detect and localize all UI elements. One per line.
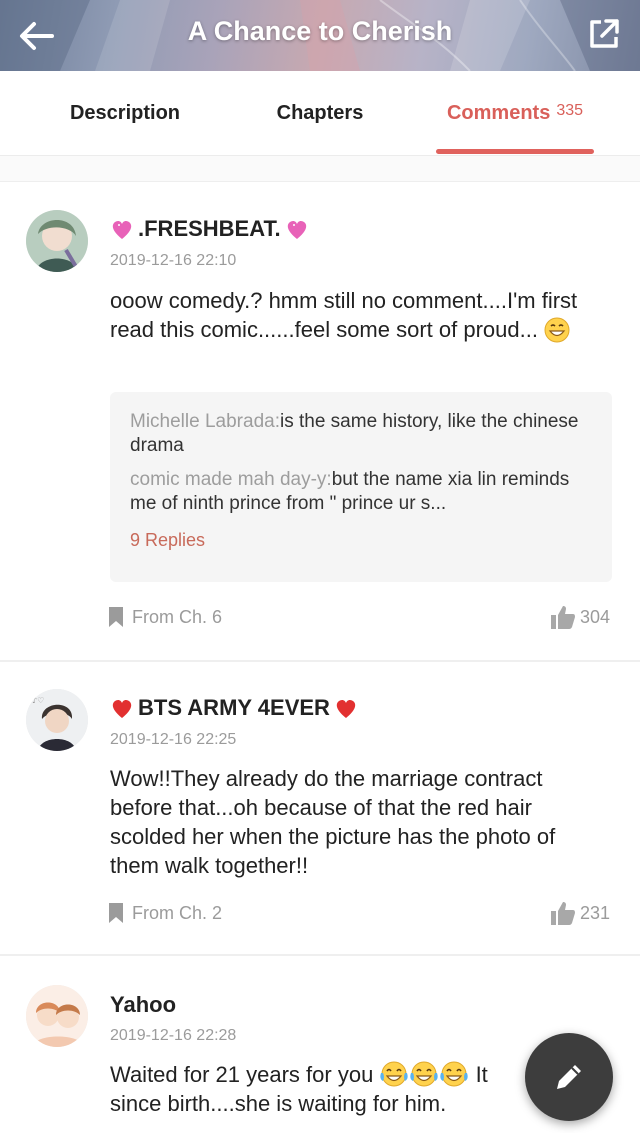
from-chapter-link[interactable]: From Ch. 6 bbox=[108, 606, 222, 628]
reply-author: comic made mah day-y: bbox=[130, 469, 332, 490]
thumbs-up-icon bbox=[550, 606, 575, 629]
from-chapter-link[interactable]: From Ch. 2 bbox=[108, 902, 222, 924]
username[interactable]: .FRESHBEAT. bbox=[110, 216, 309, 242]
comment-date: 2019-12-16 22:10 bbox=[110, 252, 237, 269]
username-text: Yahoo bbox=[110, 992, 177, 1017]
comment-text-content: ooow comedy.? hmm still no comment....I'… bbox=[110, 288, 578, 342]
section-separator bbox=[0, 156, 640, 182]
page-title: A Chance to Cherish bbox=[187, 16, 453, 46]
comment-date: 2019-12-16 22:28 bbox=[110, 1027, 237, 1044]
username-text: BTS ARMY 4EVER bbox=[138, 695, 330, 720]
tab-chapters[interactable]: Chapters bbox=[235, 71, 405, 156]
avatar-image bbox=[26, 985, 88, 1047]
comment-text-content: Waited for 21 years for you bbox=[110, 1062, 374, 1087]
view-replies-link[interactable]: 9 Replies bbox=[130, 530, 592, 551]
sparkling-heart-icon bbox=[287, 220, 306, 239]
red-heart-icon bbox=[112, 699, 132, 718]
reply-item: comic made mah day-y:but the name xia li… bbox=[130, 468, 592, 516]
username[interactable]: Yahoo bbox=[110, 992, 176, 1018]
avatar[interactable]: ♪♡ bbox=[26, 689, 88, 751]
avatar-image bbox=[26, 210, 88, 272]
username[interactable]: BTS ARMY 4EVER bbox=[110, 695, 358, 721]
comment-text: ooow comedy.? hmm still no comment....I'… bbox=[110, 286, 610, 344]
thumbs-up-icon bbox=[550, 902, 575, 925]
tab-description[interactable]: Description bbox=[40, 71, 210, 156]
like-count: 304 bbox=[579, 606, 610, 627]
tab-bar: Description Chapters Comments 335 bbox=[0, 71, 640, 156]
comment-item: .FRESHBEAT. 2019-12-16 22:10 ooow comedy… bbox=[0, 182, 640, 660]
like-button[interactable]: 304 bbox=[550, 604, 610, 630]
avatar-image: ♪♡ bbox=[26, 689, 88, 751]
share-button[interactable] bbox=[582, 12, 626, 56]
comment-item: ♪♡ BTS ARMY 4EVER 2019-12-16 22:25 Wow!!… bbox=[0, 662, 640, 954]
tab-comments-label: Comments bbox=[446, 102, 551, 124]
red-heart-icon bbox=[336, 699, 356, 718]
from-chapter-text: From Ch. 2 bbox=[132, 902, 223, 923]
sparkling-heart-icon bbox=[112, 220, 132, 239]
tears-of-joy-icon bbox=[440, 1061, 469, 1087]
app-header: A Chance to Cherish bbox=[0, 0, 640, 71]
replies-preview[interactable]: Michelle Labrada:is the same history, li… bbox=[110, 392, 612, 582]
pencil-icon bbox=[557, 1065, 581, 1089]
tab-description-label: Description bbox=[69, 102, 181, 124]
tab-chapters-label: Chapters bbox=[276, 102, 364, 124]
svg-text:♪♡: ♪♡ bbox=[32, 696, 44, 705]
comment-text: Wow!!They already do the marriage contra… bbox=[110, 766, 556, 878]
tears-of-joy-icon bbox=[410, 1061, 439, 1087]
comments-count: 335 bbox=[556, 101, 584, 119]
avatar[interactable] bbox=[26, 985, 88, 1047]
reply-author: Michelle Labrada: bbox=[130, 411, 280, 432]
like-button[interactable]: 231 bbox=[550, 900, 610, 926]
bookmark-icon bbox=[109, 903, 123, 923]
tab-comments[interactable]: Comments 335 bbox=[430, 71, 600, 156]
external-link-icon bbox=[590, 19, 619, 48]
comment-text-line2: since birth....she is waiting for him. bbox=[110, 1091, 447, 1116]
tears-of-joy-emoji-group bbox=[379, 1061, 475, 1087]
comment-date: 2019-12-16 22:25 bbox=[110, 731, 237, 748]
tears-of-joy-icon bbox=[380, 1061, 409, 1087]
username-text: .FRESHBEAT. bbox=[138, 216, 281, 241]
from-chapter-text: From Ch. 6 bbox=[132, 606, 223, 627]
write-comment-button[interactable] bbox=[525, 1033, 613, 1121]
bookmark-icon bbox=[109, 607, 123, 627]
grinning-face-icon bbox=[544, 317, 570, 343]
comment-text-tail: It bbox=[475, 1062, 488, 1087]
active-tab-indicator bbox=[436, 149, 594, 154]
like-count: 231 bbox=[579, 902, 610, 923]
avatar[interactable] bbox=[26, 210, 88, 272]
reply-item: Michelle Labrada:is the same history, li… bbox=[130, 410, 592, 458]
